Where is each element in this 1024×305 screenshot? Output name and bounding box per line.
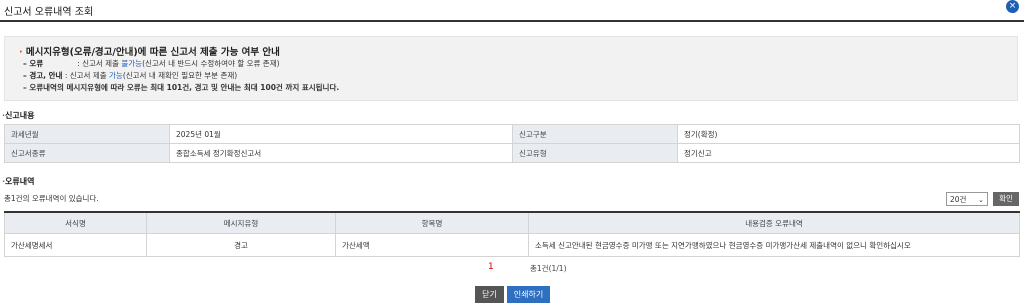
warning-pre: : 신고서 제출 — [64, 71, 107, 80]
page-size-value: 20건 — [950, 195, 967, 204]
table-row: 가산세명세서 경고 가산세액 소득세 신고안내된 현금영수증 미가맹 또는 지연… — [4, 233, 1020, 257]
warning-label: – 경고, 안내 — [23, 71, 63, 80]
report-section-text: 신고내용 — [5, 111, 35, 120]
notice-heading: · 메시지유형(오류/경고/안내)에 따른 신고서 제출 가능 여부 안내 — [19, 47, 280, 58]
error-count-text: 총1건의 오류내역이 있습니다. — [4, 194, 99, 203]
notice-heading-text: 메시지유형(오류/경고/안내)에 따른 신고서 제출 가능 여부 안내 — [25, 47, 280, 58]
error-sep: : — [77, 59, 80, 68]
table-row: 신고서종류 종합소득세 정기확정신고서 신고유형 정기신고 — [4, 143, 1020, 163]
cell-detail: 소득세 신고안내된 현금영수증 미가맹 또는 지연가맹하였으나 현금영수증 미가… — [528, 233, 1020, 257]
page-size-select[interactable]: 20건 ⌄ — [946, 192, 988, 206]
error-section-text: 오류내역 — [5, 177, 35, 186]
cell-type: 경고 — [146, 233, 336, 257]
error-pre: 신고서 제출 — [82, 59, 119, 68]
report-kind-value: 종합소득세 정기확정신고서 — [169, 143, 513, 163]
cell-form: 가산세명세서 — [4, 233, 147, 257]
error-label: – 오류 — [23, 59, 44, 68]
report-type-value: 정기신고 — [677, 143, 1020, 163]
title-bar: 신고서 오류내역 조회 × — [0, 0, 1024, 22]
print-button[interactable]: 인쇄하기 — [507, 286, 550, 303]
notice-line-warning: – 경고, 안내 : 신고서 제출 가능(신고서 내 재확인 필요한 부분 존재… — [23, 70, 237, 81]
report-category-label: 신고구분 — [512, 124, 678, 144]
cell-item: 가산세액 — [335, 233, 529, 257]
period-value: 2025년 01월 — [169, 124, 513, 144]
column-header-detail: 내용검증 오류내역 — [528, 211, 1020, 234]
error-section-title: ·오류내역 — [2, 177, 35, 186]
report-info-table: 과세년월 2025년 01월 신고구분 정기(확정) 신고서종류 종합소득세 정… — [4, 124, 1020, 163]
warning-post: (신고서 내 재확인 필요한 부분 존재) — [122, 71, 238, 80]
table-row: 과세년월 2025년 01월 신고구분 정기(확정) — [4, 124, 1020, 144]
column-header-item: 항목명 — [335, 211, 529, 234]
column-header-type: 메시지유형 — [146, 211, 336, 234]
window-title: 신고서 오류내역 조회 — [4, 7, 94, 18]
close-icon[interactable]: × — [1006, 0, 1019, 13]
error-table: 서식명 메시지유형 항목명 내용검증 오류내역 가산세명세서 경고 가산세액 소… — [4, 211, 1020, 257]
pagination-summary: 총1건(1/1) — [530, 264, 567, 273]
chevron-down-icon: ⌄ — [978, 196, 984, 204]
error-emph: 불가능 — [121, 59, 143, 68]
confirm-button[interactable]: 확인 — [993, 192, 1019, 206]
report-section-title: ·신고내용 — [2, 111, 35, 120]
table-header-row: 서식명 메시지유형 항목명 내용검증 오류내역 — [4, 211, 1020, 234]
page-number-current[interactable]: 1 — [488, 262, 494, 272]
notice-box: · 메시지유형(오류/경고/안내)에 따른 신고서 제출 가능 여부 안내 – … — [4, 36, 1018, 101]
close-button[interactable]: 닫기 — [475, 286, 504, 303]
report-type-label: 신고유형 — [512, 143, 678, 163]
notice-line-limit: – 오류내역의 메시지유형에 따라 오류는 최대 101건, 경고 및 안내는 … — [23, 83, 340, 92]
report-category-value: 정기(확정) — [677, 124, 1020, 144]
report-kind-label: 신고서종류 — [4, 143, 170, 163]
warning-emph: 가능 — [109, 71, 123, 80]
notice-line-error: – 오류: 신고서 제출 불가능(신고서 내 반드시 수정하여야 할 오류 존재… — [23, 58, 280, 69]
error-post: (신고서 내 반드시 수정하여야 할 오류 존재) — [142, 59, 280, 68]
column-header-form: 서식명 — [4, 211, 147, 234]
period-label: 과세년월 — [4, 124, 170, 144]
